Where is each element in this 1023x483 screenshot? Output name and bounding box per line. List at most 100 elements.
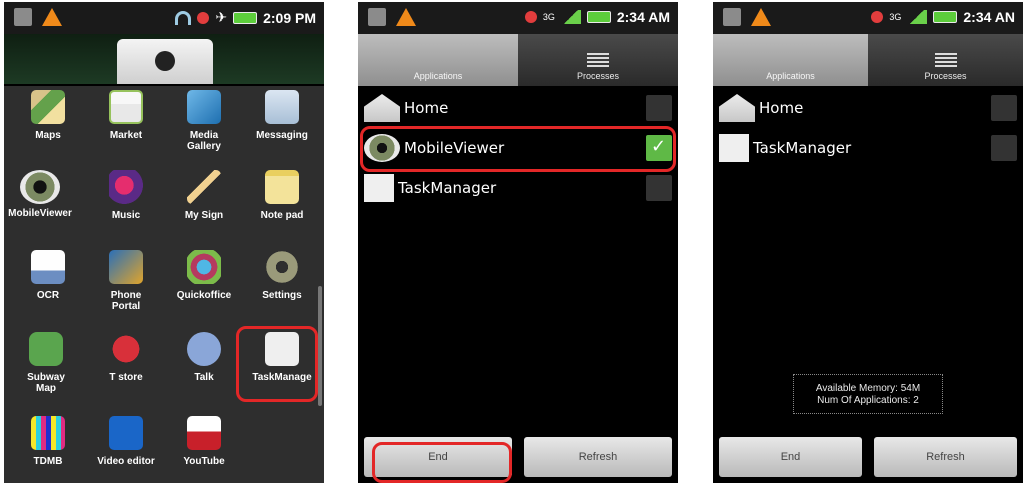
- app-label: My Sign: [184, 210, 224, 221]
- app-messaging[interactable]: Messaging: [246, 90, 318, 141]
- app-name: Home: [404, 99, 449, 117]
- app-talk[interactable]: Talk: [168, 332, 240, 383]
- app-label: Phone Portal: [110, 290, 142, 312]
- button-bar: End Refresh: [713, 437, 1023, 477]
- tab-processes[interactable]: Processes: [518, 34, 678, 86]
- warning-icon: [751, 8, 771, 26]
- refresh-button[interactable]: Refresh: [524, 437, 672, 477]
- status-bar: 3G 2:34 AN: [713, 2, 1023, 34]
- app-t-store[interactable]: T store: [90, 332, 162, 383]
- processes-tab-icon: [587, 53, 609, 67]
- app-music[interactable]: Music: [90, 170, 162, 221]
- select-checkbox[interactable]: [991, 135, 1017, 161]
- drawer-close-handle[interactable]: [117, 39, 213, 84]
- quickoffice-icon: [187, 250, 221, 284]
- app-phone-portal[interactable]: Phone Portal: [90, 250, 162, 312]
- drawer-scrollbar[interactable]: [318, 286, 322, 406]
- highlight-mobileviewer-row: [360, 126, 676, 172]
- home-icon: [364, 94, 400, 122]
- video-editor-icon: [109, 416, 143, 450]
- select-checkbox[interactable]: [646, 95, 672, 121]
- app-settings[interactable]: Settings: [246, 250, 318, 301]
- list-item-taskmanager[interactable]: TaskManager: [358, 168, 678, 208]
- notification-icon: [368, 8, 386, 26]
- memory-info-box: Available Memory: 54M Num Of Application…: [793, 374, 943, 414]
- end-button[interactable]: End: [719, 437, 862, 477]
- airplane-icon: ✈: [215, 9, 228, 25]
- status-bar: ✈ 2:09 PM: [4, 2, 324, 34]
- app-my-sign[interactable]: My Sign: [168, 170, 240, 221]
- app-list: Home TaskManager: [713, 88, 1023, 168]
- alarm-icon: [524, 11, 537, 23]
- tab-processes[interactable]: Processes: [868, 34, 1023, 86]
- app-label: Market: [109, 130, 143, 141]
- tab-bar: Applications Processes: [358, 34, 678, 86]
- app-label: Music: [111, 210, 141, 221]
- app-ocr[interactable]: OCR: [12, 250, 84, 301]
- select-checkbox[interactable]: [991, 95, 1017, 121]
- tdmb-icon: [31, 416, 65, 450]
- notepad-icon: [265, 170, 299, 204]
- num-applications-text: Num Of Applications: 2: [817, 395, 919, 406]
- highlight-end-button: [372, 442, 512, 483]
- app-tdmb[interactable]: TDMB: [12, 416, 84, 467]
- app-mobileviewer[interactable]: MobileViewer: [4, 170, 76, 219]
- list-item-home[interactable]: Home: [358, 88, 678, 128]
- status-time: 2:34 AN: [963, 9, 1015, 25]
- list-item-home[interactable]: Home: [713, 88, 1023, 128]
- ocr-icon: [31, 250, 65, 284]
- tab-applications[interactable]: Applications: [713, 34, 868, 86]
- settings-icon: [265, 250, 299, 284]
- warning-icon: [396, 8, 416, 26]
- app-name: TaskManager: [753, 139, 852, 157]
- maps-icon: [31, 90, 65, 124]
- phone-portal-icon: [109, 250, 143, 284]
- taskmanager-icon: [364, 174, 394, 202]
- app-notepad[interactable]: Note pad: [246, 170, 318, 221]
- signal-icon: [907, 10, 928, 24]
- refresh-button[interactable]: Refresh: [874, 437, 1017, 477]
- notification-icon: [14, 8, 32, 26]
- app-youtube[interactable]: YouTube: [168, 416, 240, 467]
- warning-icon: [42, 8, 62, 26]
- network-type: 3G: [542, 12, 555, 22]
- app-market[interactable]: Market: [90, 90, 162, 141]
- app-quickoffice[interactable]: Quickoffice: [168, 250, 240, 301]
- alarm-icon: [197, 11, 210, 24]
- network-type: 3G: [889, 12, 902, 22]
- tab-applications[interactable]: Applications: [358, 34, 518, 86]
- battery-icon: [233, 11, 258, 24]
- battery-icon: [586, 11, 611, 23]
- app-label: OCR: [36, 290, 60, 301]
- app-label: Video editor: [97, 456, 155, 467]
- tab-label: Processes: [576, 71, 620, 81]
- app-grid: Maps Market Media Gallery Messaging Mobi…: [4, 86, 324, 483]
- my-sign-icon: [187, 170, 221, 204]
- media-gallery-icon: [187, 90, 221, 124]
- market-icon: [109, 90, 143, 124]
- phone-taskmanager-result: 3G 2:34 AN Applications Processes Home T…: [713, 2, 1023, 483]
- t-store-icon: [109, 332, 143, 366]
- drawer-handle-bar: [4, 34, 324, 84]
- notification-icon: [723, 8, 741, 26]
- select-checkbox[interactable]: [646, 175, 672, 201]
- app-label: Messaging: [256, 130, 308, 141]
- highlight-taskmanager: [236, 326, 318, 402]
- alarm-icon: [871, 11, 884, 23]
- app-maps[interactable]: Maps: [12, 90, 84, 141]
- status-time: 2:09 PM: [263, 9, 316, 26]
- app-subway-map[interactable]: Subway Map: [10, 332, 82, 394]
- phone-taskmanager-selecting: 3G 2:34 AM Applications Processes Home M…: [358, 2, 678, 483]
- app-label: Talk: [194, 372, 214, 383]
- drawer-knob-icon: [155, 51, 175, 71]
- tab-bar: Applications Processes: [713, 34, 1023, 86]
- list-item-taskmanager[interactable]: TaskManager: [713, 128, 1023, 168]
- app-media-gallery[interactable]: Media Gallery: [168, 90, 240, 152]
- app-label: YouTube: [183, 456, 225, 467]
- app-name: Home: [759, 99, 804, 117]
- app-video-editor[interactable]: Video editor: [90, 416, 162, 467]
- available-memory-text: Available Memory: 54M: [815, 383, 921, 394]
- youtube-icon: [187, 416, 221, 450]
- app-label: MobileViewer: [8, 208, 72, 219]
- app-label: Settings: [262, 290, 302, 301]
